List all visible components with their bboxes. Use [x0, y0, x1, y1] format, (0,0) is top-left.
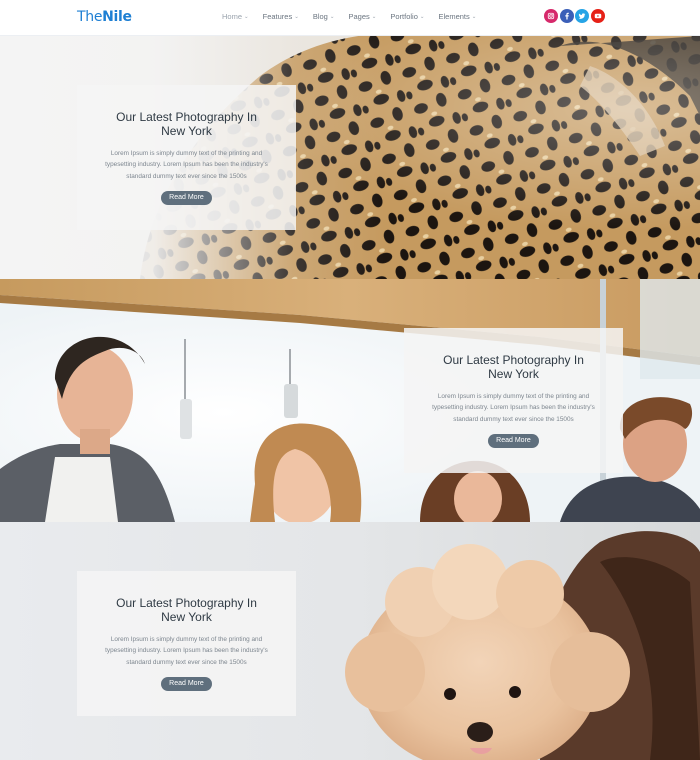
- slide-title: Our Latest Photography In New York: [116, 110, 257, 138]
- slide-caption-card: Our Latest Photography In New York Lorem…: [77, 571, 296, 716]
- slide-title: Our Latest Photography In New York: [116, 596, 257, 624]
- site-header: TheNile Home ⌄ Features ⌄ Blog ⌄ Pages ⌄ Por…: [0, 0, 700, 36]
- chevron-down-icon: ⌄: [371, 13, 377, 20]
- social-links: [544, 9, 606, 23]
- read-more-button[interactable]: Read More: [161, 190, 212, 205]
- chevron-down-icon: ⌄: [419, 13, 425, 20]
- nav-item-portfolio[interactable]: Portfolio ⌄: [390, 12, 424, 21]
- nav-label-blog: Blog: [312, 12, 328, 21]
- instagram-icon[interactable]: [544, 9, 558, 23]
- chevron-down-icon: ⌄: [471, 13, 477, 20]
- logo-text-the: The: [77, 9, 103, 25]
- slide-description: Lorem Ipsum is simply dummy text of the …: [432, 393, 595, 423]
- nav-item-blog[interactable]: Blog ⌄: [313, 12, 335, 21]
- site-logo[interactable]: TheNile: [77, 9, 132, 25]
- slide-description: Lorem Ipsum is simply dummy text of the …: [105, 636, 268, 666]
- nav-item-elements[interactable]: Elements ⌄: [438, 12, 476, 21]
- logo-text-nile: Nile: [102, 9, 132, 25]
- read-more-button[interactable]: Read More: [488, 433, 539, 448]
- chevron-down-icon: ⌄: [294, 13, 299, 20]
- slide-caption-card: Our Latest Photography In New York Lorem…: [77, 85, 296, 230]
- nav-label-home: Home: [222, 12, 243, 21]
- hero-slide-leopard: Our Latest Photography In New York Lorem…: [0, 36, 700, 279]
- chevron-down-icon: ⌄: [329, 13, 335, 20]
- facebook-icon[interactable]: [559, 9, 574, 23]
- nav-item-features[interactable]: Features ⌄: [263, 12, 299, 21]
- nav-item-pages[interactable]: Pages ⌄: [348, 12, 376, 21]
- chevron-down-icon: ⌄: [244, 13, 249, 20]
- hero-slide-poodle: Our Latest Photography In New York Lorem…: [0, 522, 700, 760]
- nav-label-features: Features: [262, 12, 293, 21]
- slide-caption-card: Our Latest Photography In New York Lorem…: [404, 328, 623, 473]
- nav-label-pages: Pages: [348, 12, 370, 21]
- read-more-button[interactable]: Read More: [161, 676, 212, 691]
- twitter-icon[interactable]: [575, 9, 589, 23]
- youtube-icon[interactable]: [590, 9, 605, 23]
- hero-slide-people: Our Latest Photography In New York Lorem…: [0, 279, 700, 522]
- main-nav: Home ⌄ Features ⌄ Blog ⌄ Pages ⌄ Portfolio ⌄ …: [222, 12, 490, 21]
- nav-label-portfolio: Portfolio: [390, 12, 418, 21]
- nav-label-elements: Elements: [438, 12, 470, 21]
- nav-item-home[interactable]: Home ⌄: [222, 12, 249, 21]
- slide-description: Lorem Ipsum is simply dummy text of the …: [105, 150, 268, 180]
- slide-title: Our Latest Photography In New York: [443, 353, 584, 381]
